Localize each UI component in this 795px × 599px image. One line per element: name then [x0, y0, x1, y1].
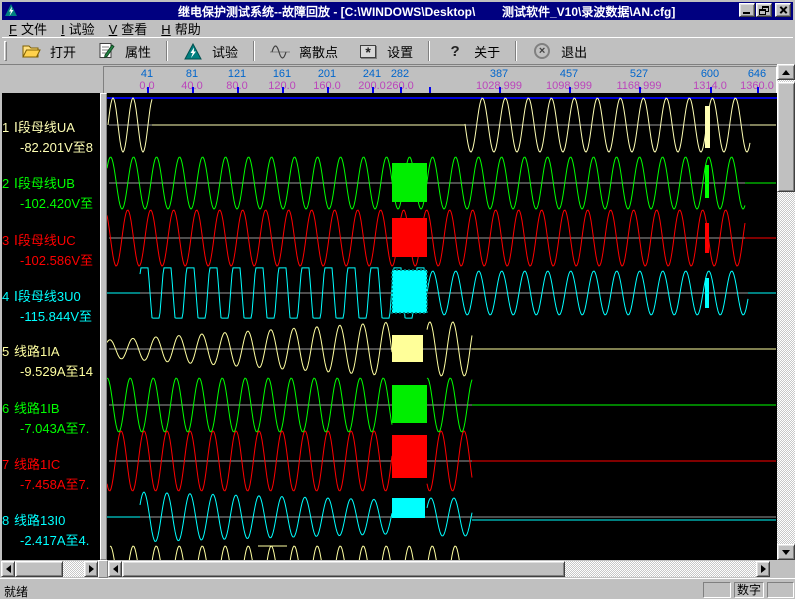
- scroll-right-button[interactable]: [756, 561, 770, 577]
- time-cursor-bar[interactable]: [705, 165, 709, 198]
- status-bar: 就绪 数字: [0, 578, 795, 599]
- fault-marker-block[interactable]: [392, 385, 427, 423]
- hscroll-thumb[interactable]: [15, 561, 63, 577]
- channel-label-panel: 1Ⅰ段母线UA-82.201V至8 2Ⅰ段母线UB-102.420V至 3Ⅰ段母线U…: [0, 93, 100, 560]
- fault-marker-block[interactable]: [392, 163, 427, 202]
- toolbar-separator: [428, 41, 430, 61]
- minimize-icon: [743, 12, 750, 14]
- menu-item-help[interactable]: H帮助: [154, 18, 207, 39]
- timeline-ruler[interactable]: 410.08140.012180.0161120.0201160.0241200…: [0, 64, 795, 93]
- toolbar-button-properties[interactable]: 属性: [86, 39, 161, 63]
- toolbar-grip[interactable]: [4, 41, 7, 61]
- window-controls: [738, 3, 791, 17]
- fault-marker-block[interactable]: [392, 270, 427, 313]
- toolbar-button-open[interactable]: 打开: [11, 39, 86, 63]
- fault-marker-block[interactable]: [392, 435, 427, 478]
- fault-marker-block[interactable]: [392, 335, 423, 362]
- waveform-trace: [110, 546, 470, 560]
- status-text: 就绪: [4, 583, 28, 599]
- menu-item-test[interactable]: I试验: [54, 18, 102, 39]
- arrow-up-icon: [782, 66, 790, 75]
- waveform-canvas[interactable]: [107, 93, 777, 560]
- label-panel-hscrollbar[interactable]: [1, 561, 98, 577]
- toolbar-button-discrete-points[interactable]: 离散点: [260, 39, 348, 63]
- hscroll-track[interactable]: [122, 561, 756, 577]
- channel-label-3[interactable]: 3Ⅰ段母线UC-102.586V至: [2, 231, 100, 271]
- test-bolt-icon: [183, 42, 203, 60]
- time-cursor-bar[interactable]: [705, 223, 709, 253]
- channel-label-1[interactable]: 1Ⅰ段母线UA-82.201V至8: [2, 118, 100, 158]
- sine-wave-icon: [270, 42, 290, 60]
- status-panel-numeric: 数字: [734, 582, 764, 598]
- arrow-down-icon: [782, 550, 790, 559]
- toolbar-button-test[interactable]: 试验: [173, 39, 248, 63]
- settings-asterisk-icon: *: [358, 42, 378, 60]
- canvas-top-border: [107, 97, 777, 99]
- properties-document-icon: [96, 42, 116, 60]
- channel-label-5[interactable]: 5线路1IA-9.529A至14: [2, 342, 100, 382]
- open-folder-icon: [21, 42, 41, 60]
- status-panel-empty: [767, 582, 794, 598]
- menu-item-view[interactable]: V查看: [102, 18, 155, 39]
- arrow-right-icon: [761, 565, 770, 573]
- restore-button[interactable]: [756, 3, 772, 17]
- hscroll-track[interactable]: [15, 561, 84, 577]
- arrow-left-icon: [109, 565, 118, 573]
- scroll-down-button[interactable]: [777, 544, 795, 560]
- channel-label-4[interactable]: 4Ⅰ段母线3U0-115.844V至: [2, 287, 100, 327]
- minimize-button[interactable]: [739, 3, 755, 17]
- toolbar-separator: [515, 41, 517, 61]
- exit-circle-x-icon: ×: [532, 42, 552, 60]
- scrollbar-corner: [770, 560, 795, 578]
- fault-marker-block[interactable]: [392, 218, 427, 257]
- scroll-up-button[interactable]: [777, 64, 795, 80]
- waveform-hscrollbar[interactable]: [108, 561, 770, 577]
- vertical-scroll-thumb[interactable]: [777, 82, 795, 192]
- arrow-left-icon: [2, 565, 11, 573]
- channel-label-2[interactable]: 2Ⅰ段母线UB-102.420V至: [2, 174, 100, 214]
- toolbar: 打开 属性 试验: [2, 37, 793, 64]
- scroll-left-button[interactable]: [1, 561, 15, 577]
- toolbar-button-settings[interactable]: * 设置: [348, 39, 423, 63]
- arrow-right-icon: [89, 565, 98, 573]
- vertical-scrollbar[interactable]: [777, 64, 795, 560]
- panel-splitter[interactable]: [100, 93, 107, 560]
- channel-label-7[interactable]: 7线路1IC-7.458A至7.: [2, 455, 100, 495]
- toolbar-separator: [253, 41, 255, 61]
- question-mark-icon: ?: [445, 42, 465, 60]
- time-cursor-bar[interactable]: [705, 106, 710, 148]
- hscroll-thumb[interactable]: [122, 561, 565, 577]
- window-title: 继电保护测试系统--故障回放 - [C:\WINDOWS\Desktop\ 测试…: [178, 3, 675, 20]
- status-panel-empty: [703, 582, 731, 598]
- channel-label-8[interactable]: 8线路13I0-2.417A至4.: [2, 511, 100, 551]
- toolbar-button-about[interactable]: ? 关于: [435, 39, 510, 63]
- menu-item-file[interactable]: F文件: [2, 18, 54, 39]
- ruler-scale[interactable]: 410.08140.012180.0161120.0201160.0241200…: [103, 66, 777, 94]
- toolbar-button-exit[interactable]: × 退出: [522, 39, 597, 63]
- app-window: 继电保护测试系统--故障回放 - [C:\WINDOWS\Desktop\ 测试…: [0, 0, 795, 599]
- vertical-scroll-track[interactable]: [777, 80, 795, 544]
- scroll-right-button[interactable]: [84, 561, 98, 577]
- scrollbar-divider[interactable]: [98, 560, 108, 578]
- scroll-left-button[interactable]: [108, 561, 122, 577]
- fault-marker-block[interactable]: [392, 498, 425, 518]
- channel-label-6[interactable]: 6线路1IB-7.043A至7.: [2, 399, 100, 439]
- close-button[interactable]: [775, 3, 791, 17]
- menu-bar: F文件 I试验 V查看 H帮助: [2, 20, 793, 37]
- time-cursor-bar[interactable]: [705, 278, 709, 308]
- toolbar-separator: [166, 41, 168, 61]
- app-logo-icon: [4, 4, 18, 18]
